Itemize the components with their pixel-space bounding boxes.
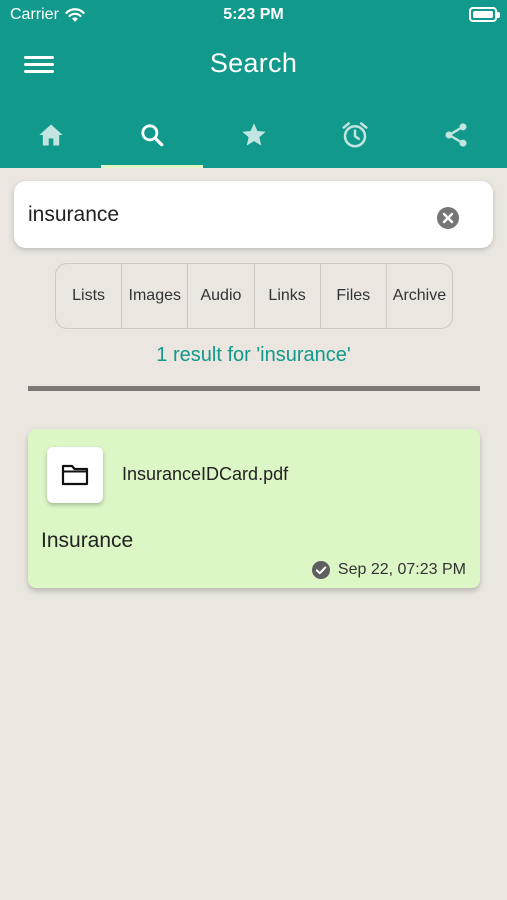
filter-files[interactable]: Files (319, 264, 386, 328)
note-date: Sep 22, 07:23 PM (337, 561, 466, 578)
attachment-filename[interactable]: InsuranceIDCard.pdf (122, 464, 288, 485)
filter-images[interactable]: Images (121, 264, 187, 328)
tab-share[interactable] (406, 102, 507, 168)
tab-home[interactable] (0, 102, 101, 168)
filter-lists[interactable]: Lists (56, 264, 121, 328)
share-icon (445, 123, 467, 147)
result-summary: 1 result for 'insurance' (156, 344, 351, 366)
home-icon (39, 124, 63, 146)
divider (28, 386, 480, 391)
filter-audio[interactable]: Audio (187, 264, 253, 328)
tab-favorites[interactable] (203, 102, 304, 168)
status-time: 5:23 PM (223, 6, 284, 23)
tab-reminders[interactable] (304, 102, 405, 168)
filter-segment: Lists Images Audio Links Files Archive (55, 263, 453, 329)
search-icon (141, 124, 164, 147)
check-circle-icon (311, 561, 330, 579)
note-title: Insurance (41, 529, 134, 552)
alarm-icon (342, 122, 368, 148)
star-icon (241, 123, 266, 146)
battery-icon (469, 7, 500, 22)
folder-icon (61, 464, 89, 486)
search-input[interactable] (28, 181, 428, 248)
result-card[interactable]: InsuranceIDCard.pdf Insurance Sep 22, 07… (28, 429, 480, 588)
search-box (14, 181, 493, 248)
tab-bar (0, 102, 507, 168)
status-bar: Carrier 5:23 PM (0, 0, 507, 32)
clear-icon[interactable] (437, 207, 459, 229)
filter-links[interactable]: Links (253, 264, 320, 328)
filter-archive[interactable]: Archive (385, 264, 452, 328)
app-header: Carrier 5:23 PM Search (0, 0, 507, 168)
tab-search[interactable] (101, 102, 204, 168)
page-title: Search (209, 48, 298, 78)
file-thumbnail[interactable] (47, 447, 103, 503)
note-meta: Sep 22, 07:23 PM (311, 561, 466, 579)
